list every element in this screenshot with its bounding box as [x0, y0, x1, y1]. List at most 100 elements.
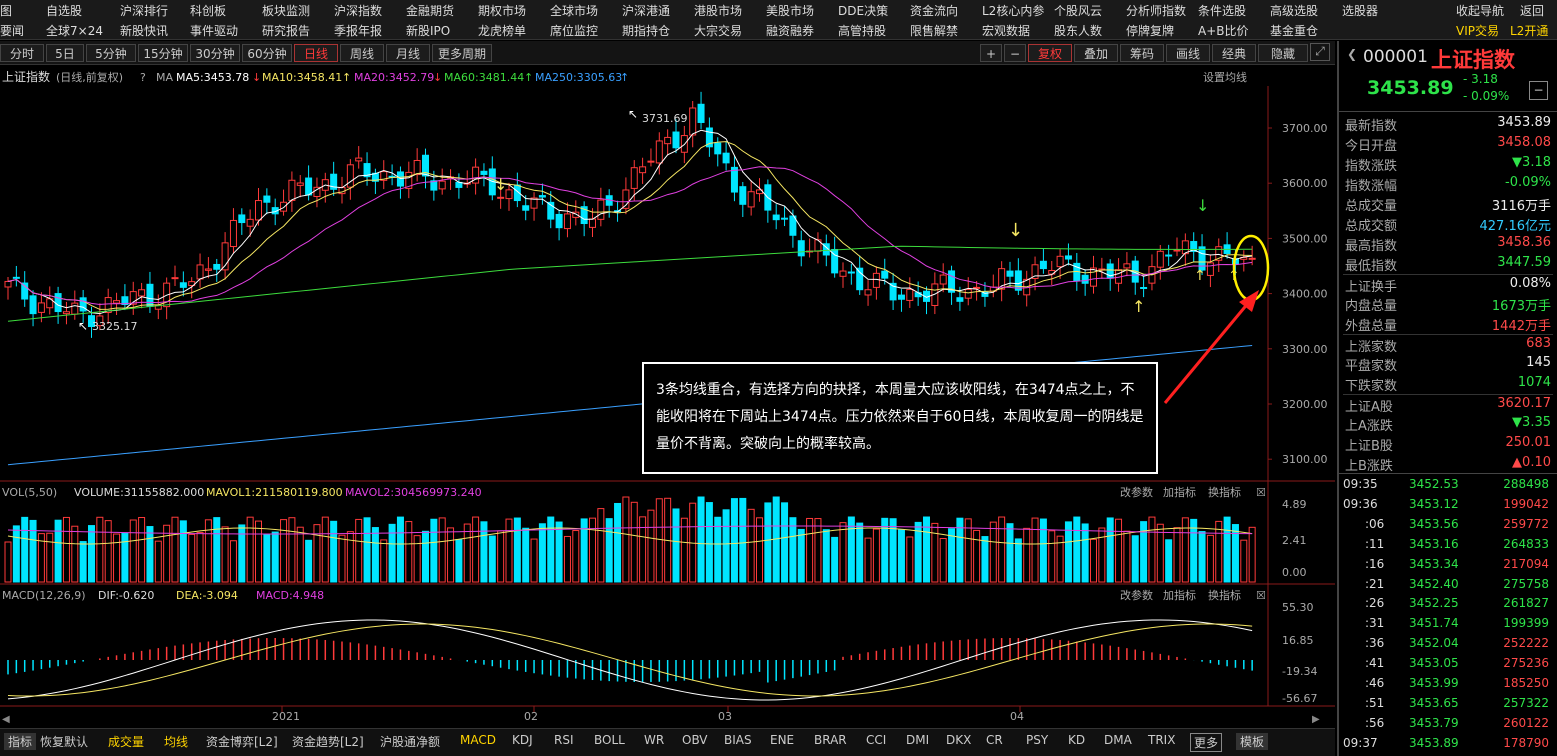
indicator-tab[interactable]: 更多 — [1190, 733, 1223, 752]
menu-item[interactable]: 美股市场 — [766, 2, 814, 19]
menu-item[interactable]: 研究报告 — [262, 22, 310, 39]
chart-tool-button[interactable]: 隐藏 — [1258, 44, 1308, 62]
menu-item[interactable]: 高管持股 — [838, 22, 886, 39]
menu-item[interactable]: 季报年报 — [334, 22, 382, 39]
menu-item[interactable]: 金融期货 — [406, 2, 454, 19]
menu-item[interactable]: 事件驱动 — [190, 22, 238, 39]
menu-item[interactable]: 科创板 — [190, 2, 226, 19]
indicator-tab[interactable]: 沪股通净额 — [380, 733, 440, 750]
indicator-tab[interactable]: MACD — [460, 733, 496, 747]
period-tab[interactable]: 更多周期 — [432, 44, 492, 62]
menu-item[interactable]: 返回 — [1520, 2, 1544, 19]
candle-body — [497, 196, 505, 199]
menu-item[interactable]: 股东人数 — [1054, 22, 1102, 39]
candle-body — [589, 218, 596, 228]
indicator-tab[interactable]: 均线 — [164, 733, 188, 750]
menu-item[interactable]: 大宗交易 — [694, 22, 742, 39]
indicator-tab[interactable]: OBV — [682, 733, 708, 747]
menu-item[interactable]: A+B比价 — [1198, 22, 1249, 39]
indicator-tab[interactable]: 资金博弈[L2] — [206, 733, 278, 750]
period-tab[interactable]: 15分钟 — [138, 44, 188, 62]
chart-tool-button[interactable]: 叠加 — [1074, 44, 1118, 62]
vip-trade-link[interactable]: VIP交易 — [1456, 22, 1499, 39]
menu-item[interactable]: 沪深指数 — [334, 2, 382, 19]
menu-item[interactable]: 龙虎榜单 — [478, 22, 526, 39]
indicator-tab[interactable]: KDJ — [512, 733, 533, 747]
menu-item[interactable]: 自选股 — [46, 2, 82, 19]
indicator-tab[interactable]: DMI — [906, 733, 929, 747]
menu-item[interactable]: 资金流向 — [910, 2, 958, 19]
l2-open-link[interactable]: L2开通 — [1510, 22, 1548, 39]
indicator-tab[interactable]: CCI — [866, 733, 886, 747]
indicator-tab[interactable]: ENE — [770, 733, 794, 747]
chart-tool-button[interactable]: 筹码 — [1120, 44, 1164, 62]
fullscreen-icon[interactable]: ⤢ — [1310, 43, 1330, 61]
menu-item[interactable]: 条件选股 — [1198, 2, 1246, 19]
indicator-tab[interactable]: CR — [986, 733, 1003, 747]
menu-item[interactable]: 新股IPO — [406, 22, 450, 39]
chart-tool-button[interactable]: 经典 — [1212, 44, 1256, 62]
indicator-tab[interactable]: 恢复默认 — [40, 733, 88, 750]
chart-tool-button[interactable]: + — [980, 44, 1002, 62]
menu-item[interactable]: 选股器 — [1342, 2, 1378, 19]
period-tab[interactable]: 日线 — [294, 44, 338, 62]
menu-item[interactable]: L2核心内参 — [982, 2, 1044, 19]
menu-item[interactable]: 新股快讯 — [120, 22, 168, 39]
period-tab[interactable]: 分时 — [0, 44, 44, 62]
chart-tool-button[interactable]: 复权 — [1028, 44, 1072, 62]
ma-settings: 设置均线 — [1203, 70, 1247, 84]
period-tab[interactable]: 5日 — [46, 44, 84, 62]
menu-item[interactable]: 席位监控 — [550, 22, 598, 39]
menu-item[interactable]: 图 — [0, 2, 12, 19]
menu-item[interactable]: 限售解禁 — [910, 22, 958, 39]
volume-bar — [622, 496, 630, 583]
menu-item[interactable]: 个股风云 — [1054, 2, 1102, 19]
menu-item[interactable]: 基金重仓 — [1270, 22, 1318, 39]
menu-item[interactable]: 全球7×24 — [46, 22, 103, 39]
indicator-tab[interactable]: TRIX — [1148, 733, 1175, 747]
menu-item[interactable]: 全球市场 — [550, 2, 598, 19]
indicator-tab[interactable]: DKX — [946, 733, 971, 747]
period-tab[interactable]: 月线 — [386, 44, 430, 62]
indicator-tab[interactable]: BIAS — [724, 733, 752, 747]
menu-item[interactable]: 收起导航 — [1456, 2, 1504, 19]
indicator-tab[interactable]: WR — [644, 733, 664, 747]
menu-item[interactable]: 融资融券 — [766, 22, 814, 39]
volume-bar — [973, 529, 981, 583]
indicator-tab[interactable]: BRAR — [814, 733, 847, 747]
indicator-tab[interactable]: 模板 — [1236, 733, 1269, 750]
menu-item[interactable]: 宏观数据 — [982, 22, 1030, 39]
chart-tool-button[interactable]: − — [1004, 44, 1026, 62]
menu-item[interactable]: DDE决策 — [838, 2, 888, 19]
period-tab[interactable]: 30分钟 — [190, 44, 240, 62]
menu-item[interactable]: 期指持仓 — [622, 22, 670, 39]
indicator-tab[interactable]: 资金趋势[L2] — [292, 733, 364, 750]
volume-bar — [614, 502, 622, 583]
indicator-tab[interactable]: BOLL — [594, 733, 625, 747]
period-tab[interactable]: 60分钟 — [242, 44, 292, 62]
period-tab[interactable]: 周线 — [340, 44, 384, 62]
menu-item[interactable]: 板块监测 — [262, 2, 310, 19]
collapse-icon[interactable]: ❮ — [1347, 47, 1357, 61]
menu-item[interactable]: 停牌复牌 — [1126, 22, 1174, 39]
menu-item[interactable]: 沪深港通 — [622, 2, 670, 19]
indicator-tab[interactable]: PSY — [1026, 733, 1048, 747]
chart-tool-button[interactable]: 画线 — [1166, 44, 1210, 62]
volume-bar — [1223, 516, 1231, 583]
period-tab[interactable]: 5分钟 — [86, 44, 136, 62]
indicator-tab[interactable]: KD — [1068, 733, 1085, 747]
menu-item[interactable]: 高级选股 — [1270, 2, 1318, 19]
stat-value: -0.09% — [1505, 175, 1551, 190]
menu-item[interactable]: 沪深排行 — [120, 2, 168, 19]
menu-item[interactable]: 港股市场 — [694, 2, 742, 19]
menu-item[interactable]: 要闻 — [0, 22, 24, 39]
volume-bar — [313, 524, 321, 583]
volume-bar — [4, 541, 12, 583]
minus-icon[interactable]: − — [1529, 81, 1548, 100]
menu-item[interactable]: 分析师指数 — [1126, 2, 1186, 19]
indicator-tab[interactable]: 成交量 — [108, 733, 144, 750]
indicator-tab[interactable]: RSI — [554, 733, 574, 747]
indicator-tab[interactable]: DMA — [1104, 733, 1132, 747]
menu-item[interactable]: 期权市场 — [478, 2, 526, 19]
indicator-tab[interactable]: 指标 — [4, 733, 37, 750]
